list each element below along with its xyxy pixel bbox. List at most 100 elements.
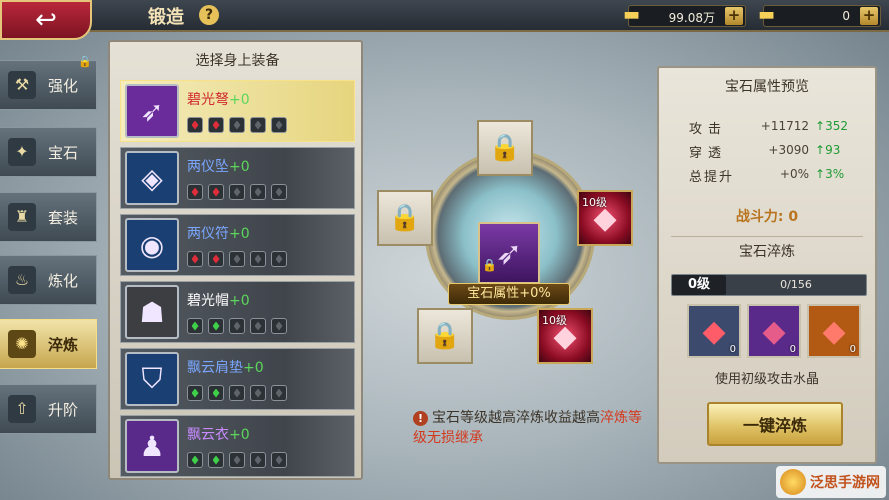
- one-key-temper-button[interactable]: 一键淬炼: [707, 402, 843, 446]
- crystal-intermediate[interactable]: ◆ 0: [747, 304, 801, 358]
- stat-increase-value: 352: [825, 119, 848, 133]
- currency-gold-value: 99.08万: [668, 11, 715, 25]
- equipment-name-text: 两仪坠: [187, 159, 229, 175]
- red-crystal-icon: ◆: [762, 313, 786, 349]
- gem-socket-icon: [187, 452, 203, 468]
- equipment-panel: 选择身上装备 ➶ 碧光弩+0 ◈ 两仪坠+0 ◉ 两仪符+0 ☗ 碧光帽+0 ⛉ 飘云肩垫+0 ♟ 飘…: [108, 40, 363, 480]
- gem-socket-icon: [250, 184, 266, 200]
- gem-slot-wheel: 🔒 🔒 10级 ◆ 🔒 10级 ◆ ➶ 🔒 宝石属性+0%: [365, 90, 655, 390]
- equipment-name: 碧光弩+0: [187, 89, 250, 109]
- gem-socket-icon: [271, 452, 287, 468]
- sidebar-item-strengthen[interactable]: ⚒ 强化 🔒: [0, 55, 97, 110]
- stat-row-penetration: 穿透 +3090 ↑93: [689, 142, 869, 162]
- sidebar-item-advance[interactable]: ⇧ 升阶: [0, 384, 97, 434]
- equipment-enhance-level: +0: [229, 92, 250, 108]
- crossbow-icon: ➶: [125, 84, 179, 138]
- gem-socket-icon: [208, 385, 224, 401]
- equipment-row[interactable]: ⛉ 飘云肩垫+0: [120, 348, 355, 410]
- combat-power: 战斗力: 0: [735, 209, 799, 225]
- bind-lock-icon: 🔒: [482, 258, 497, 272]
- gem-slot-bottom-right[interactable]: 10级 ◆: [537, 308, 593, 364]
- crystal-count: 0: [789, 344, 796, 355]
- gem-slot-locked-top[interactable]: 🔒: [477, 120, 533, 176]
- top-bar: [0, 0, 889, 32]
- gem-star-icon: ✦: [8, 138, 36, 166]
- equipment-row[interactable]: ◉ 两仪符+0: [120, 214, 355, 276]
- currency-locked-gold: ▬ 0 +: [758, 4, 881, 27]
- help-button[interactable]: ?: [199, 5, 219, 25]
- crystal-advanced[interactable]: ◆ 0: [807, 304, 861, 358]
- jade-charm-icon: ◉: [125, 218, 179, 272]
- gem-socket-icon: [229, 184, 245, 200]
- arrow-up-icon: ⇧: [8, 395, 36, 423]
- gem-socket-row: [187, 117, 287, 133]
- gem-socket-row: [187, 452, 287, 468]
- sidebar-item-gem[interactable]: ✦ 宝石: [0, 127, 97, 177]
- sidebar-item-label: 套装: [48, 208, 79, 227]
- tip-text: ! 宝石等级越高淬炼收益越高淬炼等级无损继承: [413, 408, 653, 448]
- sidebar-item-refine[interactable]: ♨ 炼化: [0, 255, 97, 305]
- gem-socket-icon: [250, 251, 266, 267]
- gem-socket-icon: [271, 184, 287, 200]
- sidebar-item-label: 强化: [48, 76, 79, 95]
- equipment-enhance-level: +0: [229, 427, 250, 443]
- gem-slot-right[interactable]: 10级 ◆: [577, 190, 633, 246]
- equipment-row[interactable]: ◈ 两仪坠+0: [120, 147, 355, 209]
- equipment-enhance-level: +0: [229, 226, 250, 242]
- hammer-icon: ⚒: [8, 71, 36, 99]
- add-gold-button[interactable]: +: [725, 7, 743, 25]
- temper-progress-text: 0/156: [780, 278, 812, 291]
- selected-equipment-crossbow[interactable]: ➶: [478, 222, 540, 284]
- equipment-name: 飘云肩垫+0: [187, 357, 264, 377]
- sidebar-item-label: 宝石: [48, 143, 79, 162]
- gem-socket-icon: [229, 251, 245, 267]
- helmet-icon: ☗: [125, 285, 179, 339]
- back-button[interactable]: ↩: [0, 0, 92, 40]
- currency-locked-gold-value: 0: [842, 9, 850, 23]
- robe-icon: ♟: [125, 419, 179, 473]
- swirl-icon: ✺: [8, 330, 36, 358]
- gem-socket-icon: [229, 385, 245, 401]
- stat-row-attack: 攻击 +11712 ↑352: [689, 118, 869, 138]
- gem-socket-icon: [271, 117, 287, 133]
- back-arrow-icon: ↩: [35, 5, 57, 35]
- shoulder-pad-icon: ⛉: [125, 352, 179, 406]
- gem-socket-icon: [208, 452, 224, 468]
- add-locked-gold-button[interactable]: +: [860, 7, 878, 25]
- sidebar-item-label: 升阶: [48, 400, 79, 419]
- gem-socket-icon: [229, 318, 245, 334]
- gem-slot-locked-left[interactable]: 🔒: [377, 190, 433, 246]
- stat-name: 攻击: [689, 122, 728, 137]
- crossbow-icon: ➶: [495, 234, 523, 272]
- crystal-count: 0: [849, 344, 856, 355]
- equipment-enhance-level: +0: [229, 293, 250, 309]
- equipment-panel-title: 选择身上装备: [195, 53, 280, 69]
- furnace-icon: ♨: [8, 266, 36, 294]
- equipment-row[interactable]: ☗ 碧光帽+0: [120, 281, 355, 343]
- equipment-row[interactable]: ➶ 碧光弩+0: [120, 80, 355, 142]
- currency-gold: ▬ 99.08万 +: [623, 4, 746, 27]
- equipment-name: 两仪坠+0: [187, 156, 250, 176]
- gem-socket-row: [187, 385, 287, 401]
- sidebar-item-temper[interactable]: ✺ 淬炼: [0, 319, 97, 369]
- gem-preview-panel: 宝石属性预览 攻击 +11712 ↑352 穿透 +3090 ↑93 总提升 +…: [657, 66, 877, 464]
- equipment-name: 两仪符+0: [187, 223, 250, 243]
- gem-socket-icon: [208, 117, 224, 133]
- gem-socket-icon: [187, 251, 203, 267]
- stat-value: +0%: [779, 167, 809, 181]
- gem-socket-icon: [208, 184, 224, 200]
- gem-slot-locked-bottom-left[interactable]: 🔒: [417, 308, 473, 364]
- page-title: 锻造: [148, 7, 184, 28]
- gem-socket-icon: [250, 385, 266, 401]
- sidebar-item-set[interactable]: ♜ 套装: [0, 192, 97, 242]
- equipment-row[interactable]: ♟ 飘云衣+0: [120, 415, 355, 477]
- stat-value: +11712: [760, 119, 809, 133]
- equipment-name-text: 飘云肩垫: [187, 360, 243, 376]
- gem-attribute-bonus: 宝石属性+0%: [448, 283, 570, 305]
- watermark-text: 泛思手游网: [810, 475, 880, 491]
- armor-set-icon: ♜: [8, 203, 36, 231]
- gem-socket-row: [187, 318, 287, 334]
- crystal-basic[interactable]: ◆ 0: [687, 304, 741, 358]
- lock-icon: 🔒: [388, 203, 422, 233]
- temper-level-badge: 0级: [672, 275, 726, 295]
